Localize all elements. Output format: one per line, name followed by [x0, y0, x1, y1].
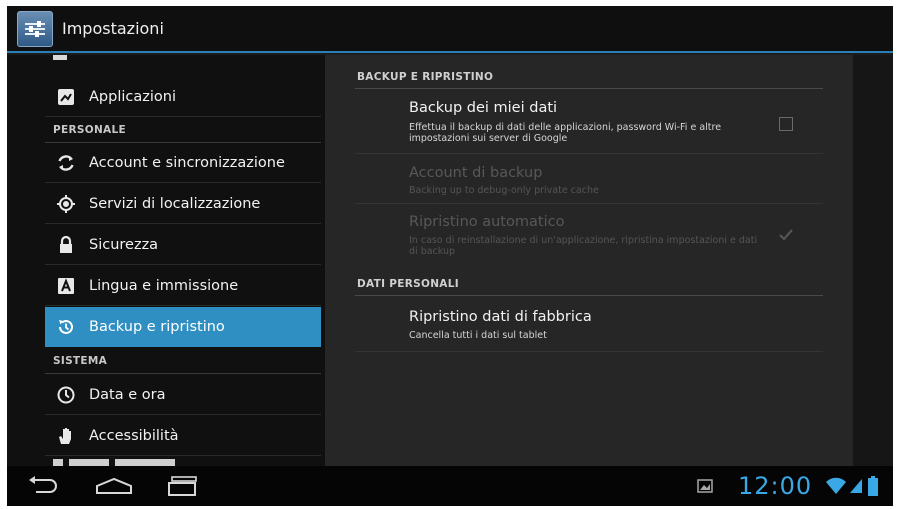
back-button[interactable]: [25, 474, 61, 498]
sidebar-item-backup[interactable]: Backup e ripristino: [45, 307, 321, 347]
sidebar-item-label: Backup e ripristino: [89, 319, 225, 335]
status-clock[interactable]: 12:00: [738, 472, 812, 500]
keyboard-a-icon: [55, 275, 77, 297]
lock-icon: [55, 234, 77, 256]
sidebar-item-label: Data e ora: [89, 386, 166, 403]
hand-icon: [55, 425, 77, 447]
sync-icon: [55, 152, 77, 174]
screenshot-notification-icon[interactable]: [695, 474, 715, 498]
sidebar-item-location[interactable]: Servizi di localizzazione: [45, 184, 321, 224]
pref-title: Ripristino dati di fabbrica: [409, 309, 592, 325]
pref-summary: In caso di reinstallazione di un'applica…: [409, 235, 758, 257]
sidebar-item-account-sync[interactable]: Account e sincronizzazione: [45, 143, 321, 183]
backup-data-checkbox[interactable]: [779, 117, 793, 131]
settings-sliders-icon[interactable]: [17, 10, 53, 47]
location-icon: [55, 193, 77, 215]
pref-title: Ripristino automatico: [409, 214, 565, 230]
clock-icon: [55, 384, 77, 406]
sidebar-item-label: Account e sincronizzazione: [89, 154, 285, 171]
sidebar-item-label: Accessibilità: [89, 427, 179, 444]
backup-settings-panel: BACKUP E RIPRISTINO Backup dei miei dati…: [325, 55, 853, 466]
right-edge: [853, 55, 893, 466]
pref-summary: Backing up to debug-only private cache: [409, 185, 599, 196]
section-header-system: SISTEMA: [45, 348, 321, 374]
battery-icon: [867, 474, 879, 498]
sidebar-item-label: Applicazioni: [89, 88, 176, 105]
sidebar-item-label: Sicurezza: [89, 236, 159, 253]
recent-apps-button[interactable]: [165, 474, 201, 498]
wifi-icon: [824, 474, 848, 498]
system-navigation-bar: 12:00: [7, 466, 893, 506]
sidebar-item-language[interactable]: Lingua e immissione: [45, 266, 321, 306]
backup-restore-icon: [55, 316, 77, 338]
pref-backup-data[interactable]: Backup dei miei dati Effettua il backup …: [355, 90, 823, 154]
pref-factory-reset[interactable]: Ripristino dati di fabbrica Cancella tut…: [355, 297, 823, 352]
sidebar-item-accessibility[interactable]: Accessibilità: [45, 416, 321, 456]
home-button[interactable]: [92, 474, 136, 498]
sidebar-item-label: Servizi di localizzazione: [89, 195, 261, 212]
apps-icon: [55, 86, 77, 108]
clipped-item-above: [53, 55, 67, 60]
clipped-item-below: [53, 459, 213, 466]
pref-summary: Effettua il backup di dati delle applica…: [409, 122, 722, 144]
sidebar-item-date-time[interactable]: Data e ora: [45, 375, 321, 415]
page-title: Impostazioni: [62, 19, 164, 38]
pref-title: Account di backup: [409, 165, 543, 181]
settings-category-list[interactable]: Applicazioni PERSONALE Account e sincron…: [7, 55, 325, 466]
tablet-screen: Impostazioni Applicazioni PERSONALE Acco…: [7, 6, 893, 506]
section-header-backup: BACKUP E RIPRISTINO: [355, 65, 823, 89]
section-header-personal: PERSONALE: [45, 117, 321, 143]
section-header-personal-data: DATI PERSONALI: [355, 272, 823, 296]
action-bar: Impostazioni: [7, 6, 893, 53]
pref-title: Backup dei miei dati: [409, 100, 558, 116]
sidebar-item-applicazioni[interactable]: Applicazioni: [45, 77, 321, 117]
auto-restore-checkmark-icon: [777, 226, 795, 244]
pref-summary: Cancella tutti i dati sul tablet: [409, 330, 547, 341]
sidebar-item-label: Lingua e immissione: [89, 277, 239, 294]
sidebar-item-security[interactable]: Sicurezza: [45, 225, 321, 265]
pref-backup-account: Account di backup Backing up to debug-on…: [355, 154, 823, 204]
pref-auto-restore: Ripristino automatico In caso di reinsta…: [355, 204, 823, 268]
signal-icon: [849, 474, 863, 498]
